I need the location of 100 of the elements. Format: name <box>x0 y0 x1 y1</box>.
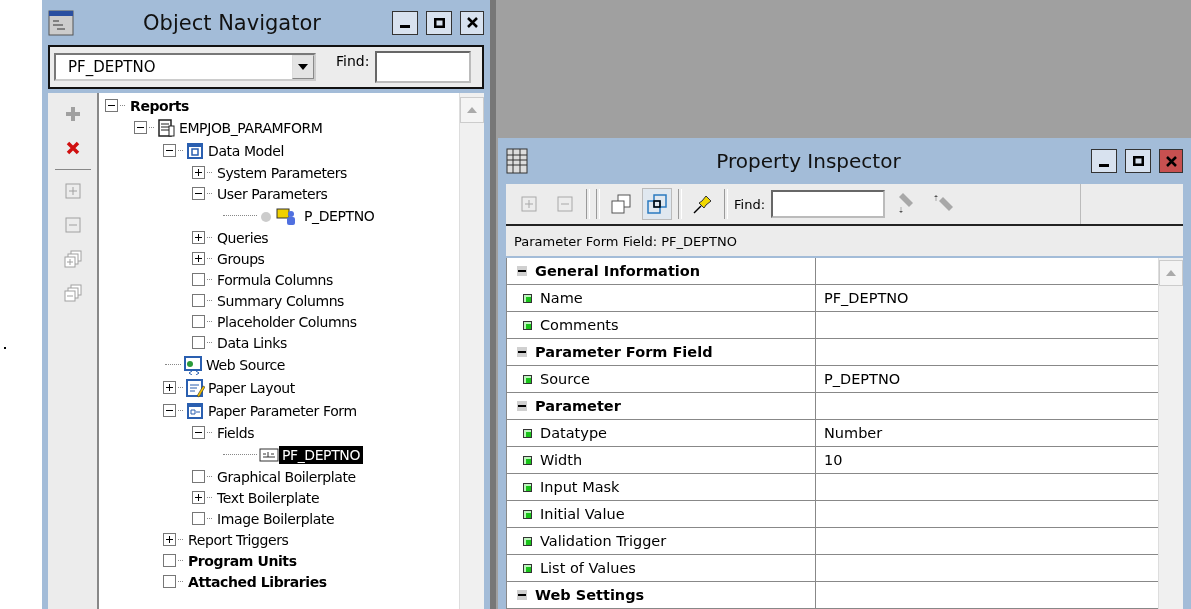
property-name: Input Mask <box>540 479 620 495</box>
section-header[interactable]: Parameter Form Field <box>507 339 816 365</box>
property-name: Initial Value <box>540 506 625 522</box>
collapse-toggle[interactable] <box>163 404 176 417</box>
property-value[interactable]: P_DEPTNO <box>816 366 1158 392</box>
tree-item[interactable]: Reports <box>127 96 193 115</box>
close-icon <box>1165 155 1177 167</box>
tree-item[interactable]: Data Links <box>214 333 290 352</box>
collapse-toggle[interactable] <box>105 99 118 112</box>
expand-toggle[interactable] <box>192 166 205 179</box>
tree-item[interactable]: P_DEPTNO <box>301 206 378 225</box>
empty-node-box[interactable] <box>192 470 205 483</box>
collapse-toggle[interactable] <box>163 144 176 157</box>
up-arrow-icon <box>1166 270 1176 276</box>
find-field[interactable] <box>771 190 885 218</box>
expand-toggle[interactable] <box>192 231 205 244</box>
minimize-button[interactable] <box>392 10 418 35</box>
find-field[interactable] <box>375 51 472 83</box>
property-name: Source <box>540 371 590 387</box>
property-bullet-icon <box>523 374 532 384</box>
empty-node-box[interactable] <box>192 512 205 525</box>
collapse-toggle[interactable] <box>192 426 205 439</box>
collapse-toggle[interactable] <box>134 121 147 134</box>
tree-item[interactable]: Web Source <box>203 355 289 374</box>
maximize-button[interactable] <box>1125 149 1151 173</box>
maximize-icon <box>1132 156 1144 166</box>
dropdown-button[interactable] <box>292 55 314 79</box>
collapse-icon[interactable] <box>517 266 527 276</box>
expand-toggle[interactable] <box>192 491 205 504</box>
empty-node-box[interactable] <box>192 273 205 286</box>
expand-toggle[interactable] <box>163 381 176 394</box>
expand-toggle[interactable] <box>192 252 205 265</box>
overlapping-squares-icon <box>646 193 668 215</box>
maximize-button[interactable] <box>426 10 452 35</box>
close-button[interactable] <box>460 10 484 35</box>
window-title: Object Navigator <box>142 10 322 35</box>
scrollbar[interactable] <box>1158 258 1183 609</box>
tree-item[interactable]: Placeholder Columns <box>214 312 360 331</box>
empty-node-box[interactable] <box>192 336 205 349</box>
tree-item[interactable]: Formula Columns <box>214 270 336 289</box>
empty-node-box[interactable] <box>163 575 176 588</box>
tree-item[interactable]: Fields <box>214 423 258 442</box>
property-value[interactable]: Number <box>816 420 1158 446</box>
object-dropdown[interactable]: PF_DEPTNO <box>54 53 316 81</box>
tree-item[interactable]: Summary Columns <box>214 291 347 310</box>
tree-item[interactable]: Queries <box>214 228 272 247</box>
expand-all-icon <box>63 250 82 268</box>
plus-icon <box>63 105 82 123</box>
empty-node-box[interactable] <box>192 315 205 328</box>
tree-item[interactable]: Data Model <box>205 141 287 160</box>
tree-item[interactable]: Image Boilerplate <box>214 509 338 528</box>
collapse-icon <box>554 193 576 215</box>
property-bullet-icon <box>523 563 532 573</box>
report-icon <box>156 117 176 138</box>
collapse-icon[interactable] <box>517 347 527 357</box>
pushpin-icon <box>692 193 714 215</box>
property-value[interactable]: 10 <box>816 447 1158 473</box>
collapse-icon[interactable] <box>517 401 527 411</box>
collapse-toggle[interactable] <box>192 187 205 200</box>
selected-object-label: Parameter Form Field: PF_DEPTNO <box>514 234 737 249</box>
tree-item[interactable]: Groups <box>214 249 268 268</box>
intersection-button[interactable] <box>642 188 672 220</box>
tree-item[interactable]: Paper Layout <box>205 378 298 397</box>
section-header[interactable]: Web Settings <box>507 582 816 608</box>
section-header[interactable]: General Information <box>507 258 816 284</box>
property-bullet-icon <box>523 320 532 330</box>
up-arrow-icon <box>467 107 477 113</box>
caret-icon <box>298 64 308 70</box>
expand-toggle[interactable] <box>163 533 176 546</box>
empty-node-box[interactable] <box>192 294 205 307</box>
expand-icon <box>63 182 82 200</box>
window-icon <box>48 9 74 36</box>
overlapping-squares-icon <box>610 193 632 215</box>
tree-item[interactable]: Report Triggers <box>185 530 292 549</box>
tree-item[interactable]: System Parameters <box>214 163 350 182</box>
paper-layout-icon <box>185 377 205 398</box>
property-bullet-icon <box>523 482 532 492</box>
tree-item[interactable]: Program Units <box>185 551 300 570</box>
collapse-all-icon <box>63 284 82 302</box>
collapse-icon[interactable] <box>517 590 527 600</box>
section-header[interactable]: Parameter <box>507 393 816 419</box>
minimize-button[interactable] <box>1091 149 1117 173</box>
tree-item[interactable]: User Parameters <box>214 184 331 203</box>
text-field-icon <box>259 447 279 462</box>
property-bullet-icon <box>523 455 532 465</box>
data-model-icon <box>185 140 205 161</box>
tree-item[interactable]: EMPJOB_PARAMFORM <box>176 118 326 137</box>
tree-item[interactable]: Attached Libraries <box>185 572 330 591</box>
tree-item[interactable]: PF_DEPTNO <box>279 445 363 464</box>
section-title: Web Settings <box>535 587 645 603</box>
property-bullet-icon <box>523 509 532 519</box>
find-label: Find: <box>336 53 370 69</box>
scrollbar[interactable] <box>459 93 484 609</box>
empty-node-box[interactable] <box>163 554 176 567</box>
section-title: Parameter Form Field <box>535 344 713 360</box>
tree-item[interactable]: Graphical Boilerplate <box>214 467 359 486</box>
tree-item[interactable]: Text Boilerplate <box>214 488 323 507</box>
property-value[interactable]: PF_DEPTNO <box>816 285 1158 311</box>
section-title: General Information <box>535 263 701 279</box>
tree-item[interactable]: Paper Parameter Form <box>205 401 360 420</box>
